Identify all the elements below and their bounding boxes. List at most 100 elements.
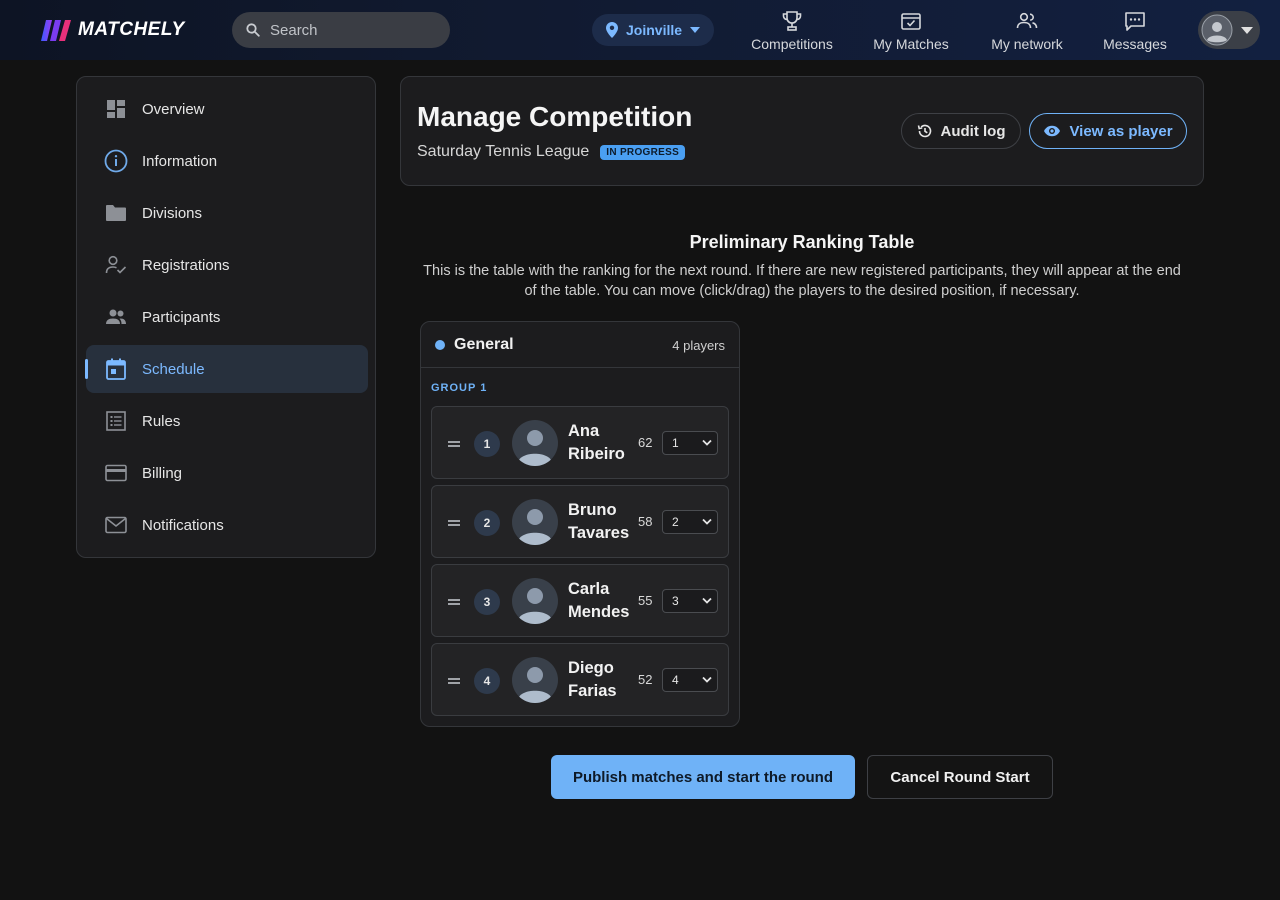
sidebar-item-label: Schedule — [142, 360, 205, 378]
player-row[interactable]: 4 Diego Farias 52 4 — [431, 643, 729, 716]
division-card: General 4 players GROUP 1 1 Ana Ribeiro … — [420, 321, 740, 727]
position-select[interactable]: 3 — [662, 589, 718, 613]
manage-competition-header: Manage Competition Saturday Tennis Leagu… — [400, 76, 1204, 186]
people-icon — [104, 305, 128, 329]
people-icon — [1016, 12, 1038, 29]
position-select-value: 4 — [672, 673, 679, 687]
player-first-name: Ana — [568, 422, 600, 440]
player-row[interactable]: 3 Carla Mendes 55 3 — [431, 564, 729, 637]
position-badge: 4 — [474, 668, 500, 694]
avatar — [512, 499, 558, 545]
position-select[interactable]: 1 — [662, 431, 718, 455]
list-icon — [104, 409, 128, 433]
nav-competitions[interactable]: Competitions — [750, 8, 834, 54]
chevron-down-icon — [702, 676, 712, 683]
sidebar-item-overview[interactable]: Overview — [86, 85, 368, 133]
player-name: Diego Farias — [568, 657, 638, 703]
player-first-name: Carla — [568, 580, 610, 598]
message-icon — [1125, 12, 1145, 31]
chevron-down-icon — [1241, 26, 1253, 34]
eye-icon — [1044, 125, 1061, 137]
player-last-name: Ribeiro — [568, 445, 625, 463]
sidebar-item-label: Overview — [142, 100, 205, 118]
view-as-player-label: View as player — [1069, 122, 1173, 140]
brand-mark-icon — [41, 20, 71, 41]
mail-icon — [104, 513, 128, 537]
nav-my-network[interactable]: My network — [988, 8, 1066, 54]
sidebar-item-schedule[interactable]: Schedule — [85, 345, 368, 393]
ranking-title: Preliminary Ranking Table — [689, 232, 915, 252]
position-badge: 2 — [474, 510, 500, 536]
player-score: 55 — [638, 593, 653, 608]
competition-sidebar: Overview Information Divisions Registrat… — [76, 76, 376, 558]
nav-my-network-label: My network — [991, 36, 1063, 52]
player-score: 58 — [638, 514, 653, 529]
position-select-value: 2 — [672, 515, 679, 529]
drag-handle-icon[interactable] — [448, 441, 460, 449]
sidebar-item-label: Billing — [142, 464, 183, 482]
dashboard-icon — [104, 97, 128, 121]
division-dot — [435, 339, 445, 350]
nav-my-matches-label: My Matches — [873, 36, 949, 52]
status-badge: IN PROGRESS — [600, 144, 686, 160]
top-navigation-bar: MATCHELY Joinville Competitions — [0, 0, 1280, 60]
publish-matches-button[interactable]: Publish matches and start the round — [551, 755, 855, 799]
player-row[interactable]: 2 Bruno Tavares 58 2 — [431, 485, 729, 558]
sidebar-item-label: Registrations — [142, 256, 230, 274]
search-input[interactable] — [270, 21, 430, 39]
drag-handle-icon[interactable] — [448, 520, 460, 528]
sidebar-item-information[interactable]: Information — [86, 137, 368, 185]
avatar — [1201, 14, 1233, 46]
group-label: GROUP 1 — [431, 382, 488, 394]
chevron-down-icon — [690, 27, 701, 33]
position-badge: 1 — [474, 431, 500, 457]
sidebar-item-label: Notifications — [142, 516, 224, 534]
drag-handle-icon[interactable] — [448, 599, 460, 607]
sidebar-item-rules[interactable]: Rules — [86, 397, 368, 445]
division-name: General — [454, 335, 514, 353]
avatar — [512, 420, 558, 466]
chevron-down-icon — [702, 518, 712, 525]
sidebar-item-label: Divisions — [142, 204, 203, 222]
player-first-name: Bruno — [568, 501, 617, 519]
sidebar-item-billing[interactable]: Billing — [86, 449, 368, 497]
trophy-icon — [782, 11, 802, 31]
nav-my-matches[interactable]: My Matches — [870, 8, 952, 54]
search-bar[interactable] — [232, 12, 450, 48]
chevron-down-icon — [702, 597, 712, 604]
sidebar-item-registrations[interactable]: Registrations — [86, 241, 368, 289]
player-score: 62 — [638, 435, 653, 450]
sidebar-item-notifications[interactable]: Notifications — [86, 501, 368, 549]
player-name: Carla Mendes — [568, 578, 638, 624]
position-select[interactable]: 2 — [662, 510, 718, 534]
division-player-count: 4 players — [672, 338, 725, 353]
page-title: Manage Competition — [417, 101, 693, 132]
chevron-down-icon — [702, 439, 712, 446]
sidebar-item-participants[interactable]: Participants — [86, 293, 368, 341]
user-menu-button[interactable] — [1198, 11, 1260, 49]
brand-name: MATCHELY — [78, 19, 185, 40]
player-last-name: Farias — [568, 682, 617, 700]
audit-log-label: Audit log — [940, 122, 1006, 140]
sidebar-item-label: Information — [142, 152, 218, 170]
player-last-name: Mendes — [568, 603, 630, 621]
sidebar-item-divisions[interactable]: Divisions — [86, 189, 368, 237]
location-selector[interactable]: Joinville — [592, 14, 714, 46]
history-icon — [917, 124, 931, 138]
drag-handle-icon[interactable] — [448, 678, 460, 686]
sidebar-item-label: Participants — [142, 308, 221, 326]
position-select[interactable]: 4 — [662, 668, 718, 692]
calendar-icon — [104, 357, 128, 381]
nav-competitions-label: Competitions — [751, 36, 833, 52]
view-as-player-button[interactable]: View as player — [1029, 113, 1187, 149]
player-name: Ana Ribeiro — [568, 420, 638, 466]
player-row[interactable]: 1 Ana Ribeiro 62 1 — [431, 406, 729, 479]
location-label: Joinville — [626, 22, 683, 38]
position-badge: 3 — [474, 589, 500, 615]
brand-logo[interactable]: MATCHELY — [36, 17, 185, 43]
audit-log-button[interactable]: Audit log — [901, 113, 1021, 149]
player-name: Bruno Tavares — [568, 499, 638, 545]
player-first-name: Diego — [568, 659, 614, 677]
nav-messages[interactable]: Messages — [1102, 8, 1168, 54]
cancel-round-start-button[interactable]: Cancel Round Start — [867, 755, 1053, 799]
